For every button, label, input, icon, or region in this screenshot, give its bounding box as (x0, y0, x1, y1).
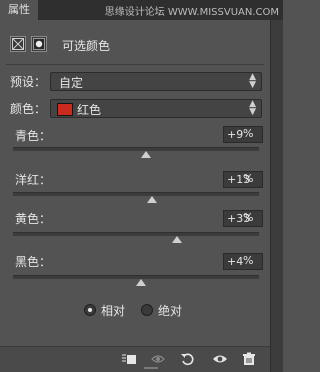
divider (6, 64, 264, 65)
preset-value: 自定 (59, 76, 84, 90)
yellow-slider-track[interactable] (13, 232, 259, 236)
magenta-slider-thumb[interactable] (146, 196, 157, 203)
absolute-radio[interactable] (141, 304, 153, 316)
resize-grip[interactable] (144, 367, 158, 369)
absolute-label[interactable]: 绝对 (158, 302, 182, 319)
panel-footer (0, 346, 270, 372)
preset-label: 预设： (10, 75, 47, 89)
colors-label: 颜色： (10, 102, 47, 116)
relative-radio[interactable] (84, 304, 96, 316)
cyan-label: 青色： (15, 129, 52, 143)
yellow-slider-thumb[interactable] (171, 236, 182, 243)
colors-select[interactable]: 红色 ▲ ▼ (50, 99, 262, 118)
magenta-slider-track[interactable] (13, 192, 259, 196)
black-unit: % (243, 254, 254, 267)
adjustment-title: 可选颜色 (62, 39, 111, 53)
reset-icon[interactable] (180, 352, 196, 366)
clip-to-layer-icon[interactable] (121, 352, 137, 366)
preset-select[interactable]: 自定 ▲ ▼ (50, 72, 262, 91)
adjustment-icon[interactable] (10, 36, 26, 52)
watermark-text: 思缘设计论坛 WWW.MISSVUAN.COM (104, 7, 279, 18)
magenta-label: 洋红： (15, 173, 52, 187)
color-swatch (57, 103, 73, 116)
yellow-label: 黄色： (15, 212, 52, 226)
trash-icon[interactable] (241, 352, 257, 366)
black-label: 黑色： (15, 255, 52, 269)
magenta-unit: % (243, 172, 254, 185)
view-previous-state-icon[interactable] (150, 352, 166, 366)
cyan-slider-thumb[interactable] (140, 151, 151, 158)
panel-right-edge (270, 20, 283, 372)
colors-value: 红色 (77, 103, 102, 117)
cyan-unit: % (243, 127, 254, 140)
tab-properties[interactable]: 属性 (0, 0, 38, 20)
properties-panel: 可选颜色 预设： 自定 ▲ ▼ 颜色： 红色 ▲ ▼ 青色： +9 % 洋红： +1… (0, 20, 270, 372)
cyan-slider-track[interactable] (13, 147, 259, 151)
black-slider-thumb[interactable] (135, 279, 146, 286)
visibility-eye-icon[interactable] (212, 352, 228, 366)
panel-titlebar: 属性 思缘设计论坛 WWW.MISSVUAN.COM (0, 0, 283, 20)
mask-icon[interactable] (31, 36, 47, 52)
yellow-unit: % (243, 211, 254, 224)
updown-arrow-icon: ▲ ▼ (249, 72, 256, 90)
relative-label[interactable]: 相对 (101, 302, 125, 319)
updown-arrow-icon: ▲ ▼ (249, 99, 256, 117)
